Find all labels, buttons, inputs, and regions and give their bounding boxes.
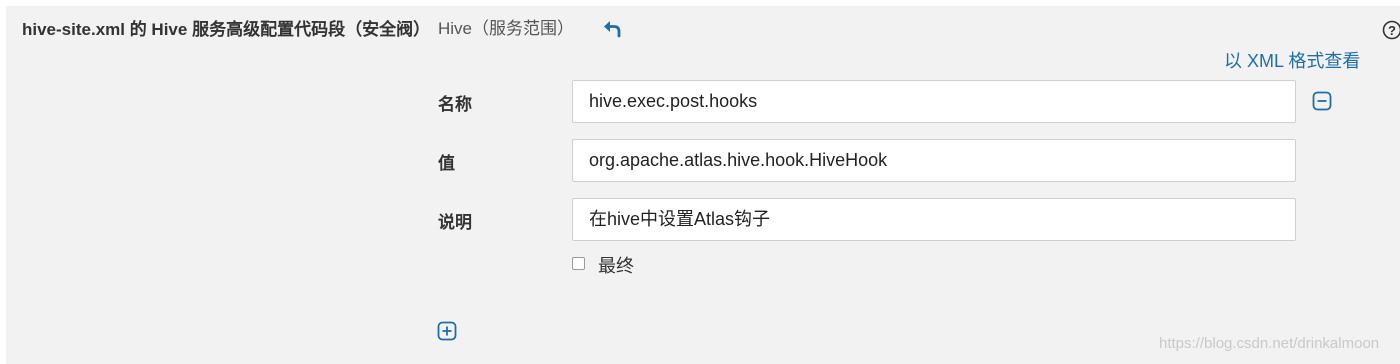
final-checkbox-label[interactable]: 最终	[598, 252, 634, 278]
value-label: 值	[438, 154, 455, 173]
view-as-xml-link[interactable]: 以 XML 格式查看	[1224, 48, 1360, 74]
help-icon[interactable]: ?	[1381, 19, 1400, 41]
name-label: 名称	[438, 95, 472, 114]
value-input[interactable]: org.apache.atlas.hive.hook.HiveHook	[572, 139, 1296, 182]
description-input[interactable]: 在hive中设置Atlas钩子	[572, 198, 1296, 241]
name-input[interactable]: hive.exec.post.hooks	[572, 80, 1296, 123]
watermark: https://blog.csdn.net/drinkalmoon	[1159, 335, 1380, 352]
config-title: hive-site.xml 的 Hive 服务高级配置代码段（安全阀）	[22, 20, 431, 39]
config-panel	[6, 6, 1400, 364]
description-label: 说明	[438, 213, 472, 232]
scope-label: Hive（服务范围）	[438, 19, 575, 38]
undo-icon[interactable]	[601, 17, 623, 39]
plus-square-icon[interactable]	[437, 321, 457, 341]
final-checkbox[interactable]	[572, 257, 585, 270]
svg-text:?: ?	[1388, 23, 1396, 38]
minus-square-icon[interactable]	[1312, 91, 1332, 111]
